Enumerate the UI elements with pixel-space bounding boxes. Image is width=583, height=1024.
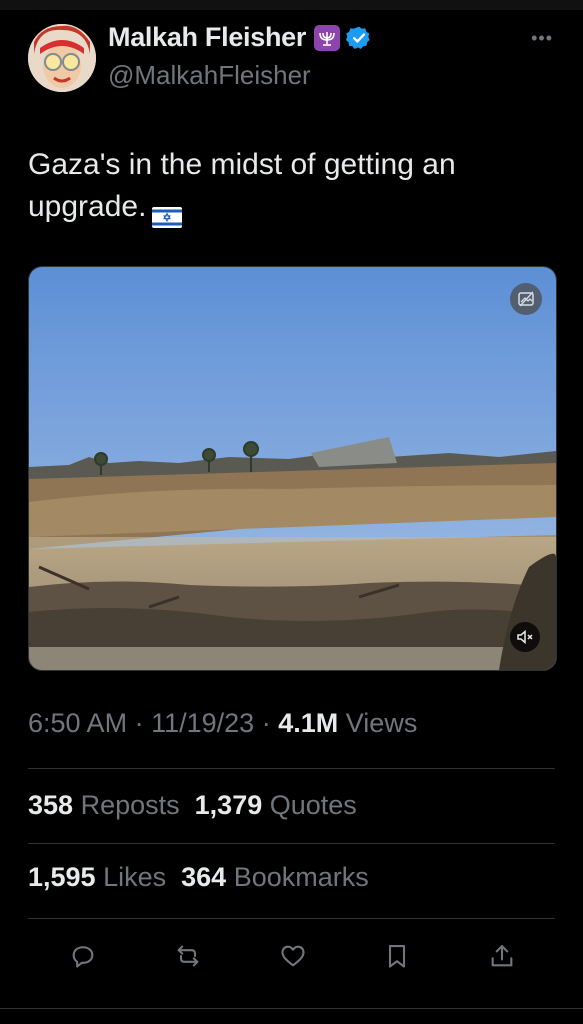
divider: [0, 1008, 583, 1009]
quotes-count: 1,379: [194, 790, 263, 820]
author-name-row: Malkah Fleisher: [108, 22, 372, 53]
reposts-link[interactable]: 358 Reposts: [28, 790, 180, 820]
menorah-icon: [314, 24, 341, 51]
meta-separator: ·: [134, 708, 144, 738]
avatar-image: [28, 24, 96, 92]
likes-count: 1,595: [28, 862, 96, 892]
avatar[interactable]: [28, 24, 96, 92]
ai-image-icon[interactable]: [510, 283, 542, 315]
bookmarks-count: 364: [181, 862, 227, 892]
repost-icon[interactable]: [173, 941, 203, 971]
video-frame: [29, 267, 556, 670]
tweet-text: Gaza's in the midst of getting an upgrad…: [28, 144, 548, 228]
like-icon[interactable]: [278, 941, 308, 971]
quotes-label: Quotes: [269, 790, 357, 820]
israel-flag-icon: [152, 198, 183, 228]
bookmark-icon[interactable]: [382, 941, 412, 971]
views-count: 4.1M: [278, 708, 339, 738]
stats-row-1: 358 Reposts 1,379 Quotes: [28, 790, 357, 821]
divider: [28, 843, 555, 844]
likes-label: Likes: [103, 862, 167, 892]
tweet-body: Gaza's in the midst of getting an upgrad…: [28, 148, 456, 223]
meta-separator: ·: [261, 708, 271, 738]
verified-badge-icon: [345, 25, 372, 51]
status-bar: [0, 0, 583, 10]
tweet-meta: 6:50 AM · 11/19/23 · 4.1M Views: [28, 708, 417, 739]
reposts-count: 358: [28, 790, 74, 820]
likes-link[interactable]: 1,595 Likes: [28, 862, 166, 892]
reply-icon[interactable]: [68, 941, 98, 971]
author-name[interactable]: Malkah Fleisher: [108, 22, 306, 53]
bookmarks-label: Bookmarks: [233, 862, 369, 892]
tweet-video[interactable]: [28, 266, 557, 671]
tweet-date[interactable]: 11/19/23: [151, 708, 254, 738]
stats-row-2: 1,595 Likes 364 Bookmarks: [28, 862, 369, 893]
more-options-icon[interactable]: •••: [531, 28, 553, 49]
bookmarks-link[interactable]: 364 Bookmarks: [181, 862, 369, 892]
tweet-time[interactable]: 6:50 AM: [28, 708, 127, 738]
action-bar: [28, 936, 555, 976]
share-icon[interactable]: [487, 941, 517, 971]
mute-toggle-icon[interactable]: [510, 622, 540, 652]
divider: [28, 918, 555, 919]
quotes-link[interactable]: 1,379 Quotes: [195, 790, 357, 820]
divider: [28, 768, 555, 769]
author-handle[interactable]: @MalkahFleisher: [108, 60, 311, 91]
views-label: Views: [345, 708, 418, 738]
reposts-label: Reposts: [80, 790, 180, 820]
